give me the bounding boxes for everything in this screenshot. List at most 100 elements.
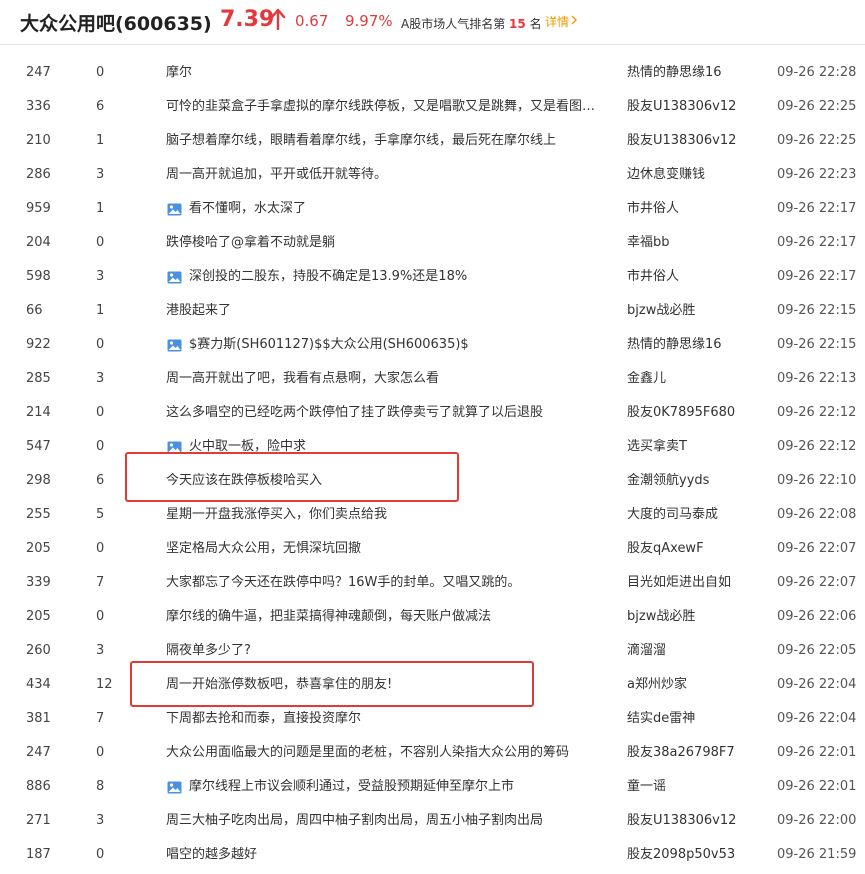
author-link[interactable]: 股友U138306v12 [627, 813, 767, 829]
author-link[interactable]: 股友qAxewF [627, 541, 767, 557]
post-row[interactable]: 214 0 这么多唱空的已经吃两个跌停怕了挂了跌停卖亏了就算了以后退股 股友0K789… [0, 396, 865, 430]
post-row[interactable]: 298 6 今天应该在跌停板梭哈买入 金潮领航yyds 09-26 22:10 [0, 464, 865, 498]
reply-count: 1 [96, 201, 105, 216]
author-link[interactable]: 结实de雷神 [627, 711, 767, 727]
reply-count: 8 [96, 779, 105, 794]
stock-name[interactable]: 大众公用吧(600635) [20, 9, 212, 36]
post-title-link[interactable]: 深创投的二股东，持股不确定是13.9%还是18% [189, 269, 602, 285]
post-row[interactable]: 286 3 周一高开就追加，平开或低开就等待。 边休息变赚钱 09-26 22:23 [0, 158, 865, 192]
reply-count: 3 [96, 371, 105, 386]
post-title-link[interactable]: 这么多唱空的已经吃两个跌停怕了挂了跌停卖亏了就算了以后退股 [166, 405, 602, 421]
read-count: 339 [26, 575, 51, 590]
read-count: 922 [26, 337, 51, 352]
author-link[interactable]: 童一谣 [627, 779, 767, 795]
image-icon [167, 781, 182, 794]
read-count: 886 [26, 779, 51, 794]
post-row[interactable]: 434 12 周一开始涨停数板吧，恭喜拿住的朋友! a郑州炒家 09-26 22:04 [0, 668, 865, 702]
reply-count: 0 [96, 745, 105, 760]
post-time: 09-26 22:12 [777, 439, 857, 454]
author-link[interactable]: 选买拿卖T [627, 439, 767, 455]
post-row[interactable]: 922 0 $赛力斯(SH601127)$$大众公用(SH600635)$ 热情的静思… [0, 328, 865, 362]
post-row[interactable]: 285 3 周一高开就出了吧，我看有点悬啊，大家怎么看 金鑫儿 09-26 22:13 [0, 362, 865, 396]
post-row[interactable]: 255 5 星期一开盘我涨停买入，你们卖点给我 大度的司马泰成 09-26 22:08 [0, 498, 865, 532]
post-time: 09-26 22:10 [777, 473, 857, 488]
author-link[interactable]: 股友0K7895F680 [627, 405, 767, 421]
post-title-link[interactable]: 坚定格局大众公用，无惧深坑回撤 [166, 541, 602, 557]
post-row[interactable]: 336 6 可怜的韭菜盒子手拿虚拟的摩尔线跌停板，又是唱歌又是跳舞，又是看图又是看线… [0, 90, 865, 124]
post-title-link[interactable]: 摩尔 [166, 65, 602, 81]
author-link[interactable]: 股友U138306v12 [627, 133, 767, 149]
post-time: 09-26 22:07 [777, 541, 857, 556]
author-link[interactable]: 热情的静思缘16 [627, 337, 767, 353]
post-row[interactable]: 598 3 深创投的二股东，持股不确定是13.9%还是18% 市井俗人 09-26 22… [0, 260, 865, 294]
post-title-link[interactable]: 可怜的韭菜盒子手拿虚拟的摩尔线跌停板，又是唱歌又是跳舞，又是看图又是看线 [166, 99, 602, 115]
author-link[interactable]: 滴溜溜 [627, 643, 767, 659]
post-row[interactable]: 886 8 摩尔线程上市议会顺利通过，受益股预期延伸至摩尔上市 童一谣 09-26 22… [0, 770, 865, 804]
chevron-right-icon[interactable] [571, 13, 577, 27]
author-link[interactable]: 边休息变赚钱 [627, 167, 767, 183]
post-row[interactable]: 547 0 火中取一板，险中求 选买拿卖T 09-26 22:12 [0, 430, 865, 464]
author-link[interactable]: a郑州炒家 [627, 677, 767, 693]
read-count: 247 [26, 745, 51, 760]
post-time: 09-26 22:17 [777, 201, 857, 216]
author-link[interactable]: 市井俗人 [627, 201, 767, 217]
post-title-link[interactable]: 下周都去抢和而泰，直接投资摩尔 [166, 711, 602, 727]
reply-count: 0 [96, 235, 105, 250]
author-link[interactable]: 幸福bb [627, 235, 767, 251]
post-row[interactable]: 187 0 唱空的越多越好 股友2098p50v53 09-26 21:59 [0, 838, 865, 872]
post-row[interactable]: 339 7 大家都忘了今天还在跌停中吗？16W手的封单。又唱又跳的。 目光如炬进出自如… [0, 566, 865, 600]
post-title-link[interactable]: 唱空的越多越好 [166, 847, 602, 863]
post-row[interactable]: 247 0 大众公用面临最大的问题是里面的老桩，不容别人染指大众公用的筹码 股友38a… [0, 736, 865, 770]
post-row[interactable]: 210 1 脑子想着摩尔线，眼睛看着摩尔线，手拿摩尔线，最后死在摩尔线上 股友U138… [0, 124, 865, 158]
post-title-link[interactable]: 大家都忘了今天还在跌停中吗？16W手的封单。又唱又跳的。 [166, 575, 602, 591]
post-title-link[interactable]: 隔夜单多少了? [166, 643, 602, 659]
author-link[interactable]: 金鑫儿 [627, 371, 767, 387]
post-time: 09-26 22:04 [777, 677, 857, 692]
post-time: 09-26 22:15 [777, 303, 857, 318]
post-row[interactable]: 66 1 港股起来了 bjzw战必胜 09-26 22:15 [0, 294, 865, 328]
author-link[interactable]: 目光如炬进出自如 [627, 575, 767, 591]
author-link[interactable]: 股友U138306v12 [627, 99, 767, 115]
post-row[interactable]: 204 0 跌停梭哈了@拿着不动就是躺 幸福bb 09-26 22:17 [0, 226, 865, 260]
post-title-link[interactable]: 港股起来了 [166, 303, 602, 319]
author-link[interactable]: bjzw战必胜 [627, 609, 767, 625]
post-row[interactable]: 260 3 隔夜单多少了? 滴溜溜 09-26 22:05 [0, 634, 865, 668]
author-link[interactable]: 股友38a26798F7 [627, 745, 767, 761]
post-row[interactable]: 959 1 看不懂啊，水太深了 市井俗人 09-26 22:17 [0, 192, 865, 226]
post-row[interactable]: 247 0 摩尔 热情的静思缘16 09-26 22:28 [0, 56, 865, 90]
author-link[interactable]: 热情的静思缘16 [627, 65, 767, 81]
author-link[interactable]: 股友2098p50v53 [627, 847, 767, 863]
post-title-link[interactable]: 火中取一板，险中求 [189, 439, 602, 455]
post-row[interactable]: 205 0 摩尔线的确牛逼，把韭菜搞得神魂颠倒，每天账户做减法 bjzw战必胜 09-2… [0, 600, 865, 634]
post-time: 09-26 22:23 [777, 167, 857, 182]
post-title-link[interactable]: 跌停梭哈了@拿着不动就是躺 [166, 235, 602, 251]
post-title-link[interactable]: 摩尔线的确牛逼，把韭菜搞得神魂颠倒，每天账户做减法 [166, 609, 602, 625]
post-row[interactable]: 271 3 周三大柚子吃肉出局，周四中柚子割肉出局，周五小柚子割肉出局 股友U1383… [0, 804, 865, 838]
post-title-link[interactable]: 周三大柚子吃肉出局，周四中柚子割肉出局，周五小柚子割肉出局 [166, 813, 602, 829]
author-link[interactable]: 市井俗人 [627, 269, 767, 285]
post-time: 09-26 22:05 [777, 643, 857, 658]
author-link[interactable]: 金潮领航yyds [627, 473, 767, 489]
post-time: 09-26 21:59 [777, 847, 857, 862]
read-count: 247 [26, 65, 51, 80]
post-row[interactable]: 381 7 下周都去抢和而泰，直接投资摩尔 结实de雷神 09-26 22:04 [0, 702, 865, 736]
up-arrow-icon [270, 8, 286, 30]
post-title-link[interactable]: 周一高开就出了吧，我看有点悬啊，大家怎么看 [166, 371, 602, 387]
post-row[interactable]: 205 0 坚定格局大众公用，无惧深坑回撤 股友qAxewF 09-26 22:07 [0, 532, 865, 566]
read-count: 271 [26, 813, 51, 828]
post-title-link[interactable]: 星期一开盘我涨停买入，你们卖点给我 [166, 507, 602, 523]
post-title-link[interactable]: 摩尔线程上市议会顺利通过，受益股预期延伸至摩尔上市 [189, 779, 602, 795]
rank-prefix: A股市场人气排名第 [401, 17, 506, 31]
post-time: 09-26 22:25 [777, 99, 857, 114]
post-title-link[interactable]: 大众公用面临最大的问题是里面的老桩，不容别人染指大众公用的筹码 [166, 745, 602, 761]
author-link[interactable]: 大度的司马泰成 [627, 507, 767, 523]
author-link[interactable]: bjzw战必胜 [627, 303, 767, 319]
post-title-link[interactable]: 今天应该在跌停板梭哈买入 [166, 473, 602, 489]
post-title-link[interactable]: 脑子想着摩尔线，眼睛看着摩尔线，手拿摩尔线，最后死在摩尔线上 [166, 133, 602, 149]
post-title-link[interactable]: $赛力斯(SH601127)$$大众公用(SH600635)$ [189, 337, 602, 353]
detail-link[interactable]: 详情 [545, 13, 569, 30]
post-title-link[interactable]: 周一开始涨停数板吧，恭喜拿住的朋友! [166, 677, 602, 693]
post-title-link[interactable]: 看不懂啊，水太深了 [189, 201, 602, 217]
post-list: 247 0 摩尔 热情的静思缘16 09-26 22:28 336 6 可怜的韭菜盒子手拿虚拟… [0, 56, 865, 872]
post-title-link[interactable]: 周一高开就追加，平开或低开就等待。 [166, 167, 602, 183]
